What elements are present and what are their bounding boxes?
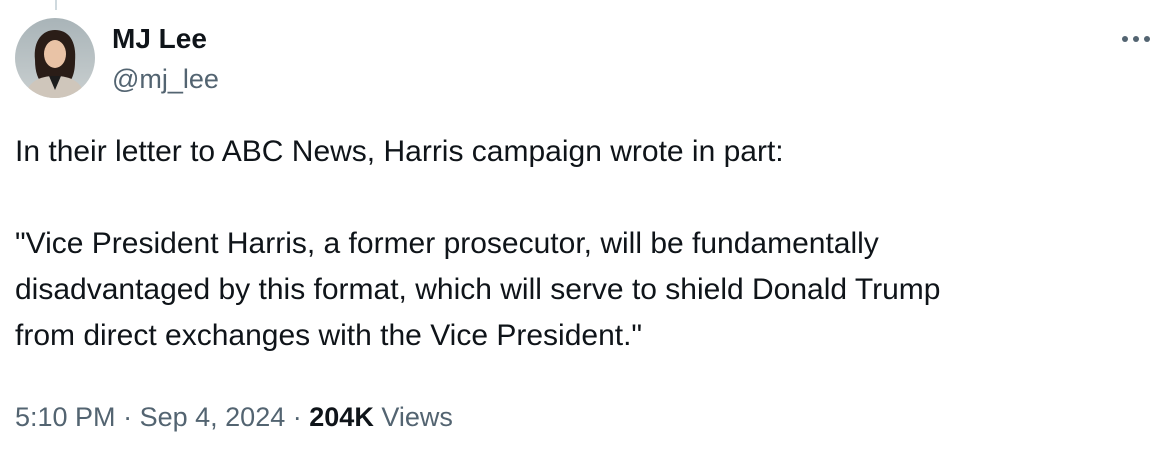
author-handle[interactable]: @mj_lee [112,62,219,96]
tweet-text: In their letter to ABC News, Harris camp… [15,129,1145,359]
meta-separator: · [292,402,302,432]
tweet-time[interactable]: 5:10 PM [15,402,116,432]
author-info: MJ Lee @mj_lee [112,22,219,96]
views-label: Views [381,402,453,432]
more-options-button[interactable] [1118,24,1154,54]
thread-connector-line [55,0,57,10]
profile-photo-icon [15,18,95,98]
tweet-text-line: In their letter to ABC News, Harris camp… [15,135,784,168]
tweet-date[interactable]: Sep 4, 2024 [140,402,286,432]
tweet-quote-line: "Vice President Harris, a former prosecu… [15,227,879,260]
meta-separator: · [123,402,133,432]
views-count[interactable]: 204K [309,402,374,432]
tweet-metadata: 5:10 PM · Sep 4, 2024 · 204K Views [15,398,453,436]
tweet-quote-line: from direct exchanges with the Vice Pres… [15,319,643,352]
author-display-name[interactable]: MJ Lee [112,22,219,56]
tweet-quote-line: disadvantaged by this format, which will… [15,273,941,306]
more-horizontal-icon [1122,36,1150,42]
avatar[interactable] [15,18,95,98]
